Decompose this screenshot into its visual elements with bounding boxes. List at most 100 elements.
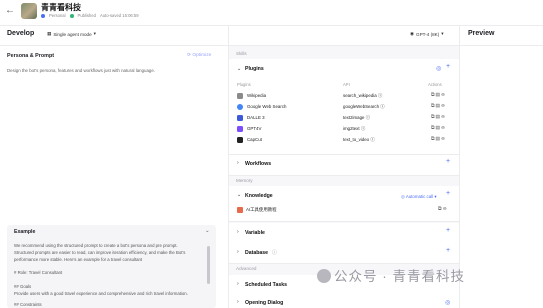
workflows-title: Workflows: [245, 161, 272, 167]
chevron-right-icon[interactable]: ›: [237, 281, 239, 287]
advanced-label: Advanced: [236, 266, 257, 271]
develop-heading: Develop: [7, 30, 35, 37]
bot-meta: Personal Published Auto-saved 15:06:59: [41, 13, 139, 18]
add-workflow-button[interactable]: +: [446, 158, 450, 165]
persona-description: Design the bot's persona, features and w…: [7, 68, 156, 73]
plugin-api: googleWebSearch ⓘ: [343, 104, 385, 110]
plugin-api: search_wikipedia ⓘ: [343, 93, 382, 99]
wechat-icon: [317, 269, 331, 283]
capcut-icon: [237, 137, 243, 143]
persona-title: Persona & Prompt: [7, 53, 55, 59]
knowledge-title: Knowledge: [245, 193, 273, 199]
example-line: Provide users with a good travel experie…: [14, 291, 188, 296]
plugin-row[interactable]: CapCut text_to_video ⓘ ⧉▤⊖: [237, 136, 452, 146]
info-icon[interactable]: ⓘ: [366, 115, 370, 120]
gpt4v-icon: [237, 126, 243, 132]
opening-dialog-title: Opening Dialog: [245, 300, 284, 306]
visibility-dot: [41, 13, 45, 18]
plugin-actions[interactable]: ⧉▤⊖: [431, 92, 446, 98]
col-header-plugins: Plugins: [237, 82, 251, 87]
example-line: ## Constraints: [14, 302, 42, 307]
model-label: GPT-4 (8K): [416, 31, 440, 37]
auto-plugin-icon[interactable]: ◎: [436, 65, 441, 72]
info-icon[interactable]: ⓘ: [380, 104, 384, 109]
dalle-icon: [237, 115, 243, 121]
optimize-button[interactable]: ⟳ Optimize: [187, 53, 211, 58]
knowledge-item[interactable]: AI工具使用教程: [246, 207, 277, 213]
agent-mode-select[interactable]: ▦ Single agent mode ▾: [47, 31, 96, 37]
api-name: img2text: [343, 126, 360, 131]
add-variable-button[interactable]: +: [446, 227, 450, 234]
example-title: Example: [14, 229, 36, 235]
api-name: googleWebSearch: [343, 104, 380, 109]
agent-mode-label: Single agent mode: [53, 31, 92, 37]
plugin-actions[interactable]: ⧉▤⊖: [431, 125, 446, 131]
add-database-button[interactable]: +: [446, 247, 450, 254]
example-line: performance more stable. Here's an examp…: [14, 257, 143, 262]
col-header-api: API: [343, 82, 350, 87]
plugin-row[interactable]: GPT4V img2text ⓘ ⧉▤⊖: [237, 125, 452, 135]
plugin-name: GPT4V: [247, 126, 262, 131]
example-line: ## Goals: [14, 284, 32, 289]
api-name: text_to_video: [343, 137, 370, 142]
example-scrollbar[interactable]: [207, 246, 210, 284]
visibility-label: Personal: [49, 13, 66, 18]
auto-call-select[interactable]: ◎ Automatic call ▾: [401, 194, 437, 200]
plugin-actions[interactable]: ⧉▤⊖: [431, 136, 446, 142]
database-title: Database: [245, 250, 269, 256]
plugin-actions[interactable]: ⧉▤⊖: [431, 103, 446, 109]
plugin-row[interactable]: Google Web Search googleWebSearch ⓘ ⧉▤⊖: [237, 103, 452, 113]
chevron-down-icon[interactable]: ⌄: [237, 66, 241, 72]
watermark: 公众号 · 青青看科技: [317, 265, 465, 285]
plugin-name: Google Web Search: [247, 104, 287, 109]
bot-avatar[interactable]: [21, 3, 37, 19]
knowledge-actions[interactable]: ⧉ ⊖: [438, 206, 447, 212]
published-dot: [69, 13, 74, 18]
chevron-right-icon[interactable]: ›: [237, 249, 239, 255]
scheduled-title: Scheduled Tasks: [245, 282, 287, 288]
col-header-actions: Actions: [428, 82, 442, 87]
info-icon[interactable]: ⓘ: [378, 93, 382, 98]
variable-title: Variable: [245, 230, 265, 236]
wikipedia-icon: [237, 93, 243, 99]
add-knowledge-button[interactable]: +: [446, 190, 450, 197]
model-select[interactable]: ◉ GPT-4 (8K) ▾: [410, 31, 444, 37]
auto-opening-icon[interactable]: ◎: [445, 299, 450, 306]
bot-name: 青青看科技: [41, 3, 81, 12]
plugin-api: text_to_video ⓘ: [343, 137, 375, 143]
chevron-right-icon[interactable]: ›: [237, 299, 239, 305]
skills-label: Skills: [236, 51, 247, 56]
preview-heading: Preview: [468, 30, 495, 37]
knowledge-doc-icon: [237, 207, 243, 213]
agent-mode-icon: ▦: [47, 31, 52, 36]
plugin-row[interactable]: Wikipedia search_wikipedia ⓘ ⧉▤⊖: [237, 92, 452, 102]
example-line: # Role: Travel Consultant: [14, 270, 63, 275]
chevron-right-icon[interactable]: ›: [237, 229, 239, 235]
plugin-name: DALLE 3: [247, 115, 265, 120]
optimize-label: Optimize: [192, 53, 212, 58]
plugin-name: CapCut: [247, 137, 262, 142]
autosave-status: Auto-saved 15:06:59: [99, 13, 139, 18]
memory-label: Memory: [236, 178, 253, 183]
plugin-row[interactable]: DALLE 3 text2image ⓘ ⧉▤⊖: [237, 114, 452, 124]
chevron-down-icon[interactable]: ⌄: [205, 228, 210, 234]
plugin-api: img2text ⓘ: [343, 126, 365, 132]
add-plugin-button[interactable]: +: [446, 63, 450, 70]
plugin-actions[interactable]: ⧉▤⊖: [431, 114, 446, 120]
plugins-title: Plugins: [245, 66, 264, 72]
auto-call-label: Automatic call: [405, 194, 434, 199]
chevron-down-icon: ▾: [93, 31, 96, 36]
arrow-left-icon[interactable]: ←: [5, 5, 15, 16]
api-name: text2image: [343, 115, 365, 120]
info-icon[interactable]: ⓘ: [361, 126, 365, 131]
chevron-down-icon[interactable]: ⌄: [237, 192, 241, 198]
info-icon[interactable]: ⓘ: [272, 249, 277, 256]
pencil-icon[interactable]: ✎: [77, 3, 82, 10]
api-name: search_wikipedia: [343, 93, 377, 98]
plugin-name: Wikipedia: [247, 93, 267, 98]
plugin-api: text2image ⓘ: [343, 115, 370, 121]
watermark-text: 公众号 · 青青看科技: [334, 269, 465, 284]
example-line: Structured prompts are easier to read, c…: [14, 250, 186, 255]
info-icon[interactable]: ⓘ: [370, 137, 374, 142]
chevron-right-icon[interactable]: ›: [237, 160, 239, 166]
